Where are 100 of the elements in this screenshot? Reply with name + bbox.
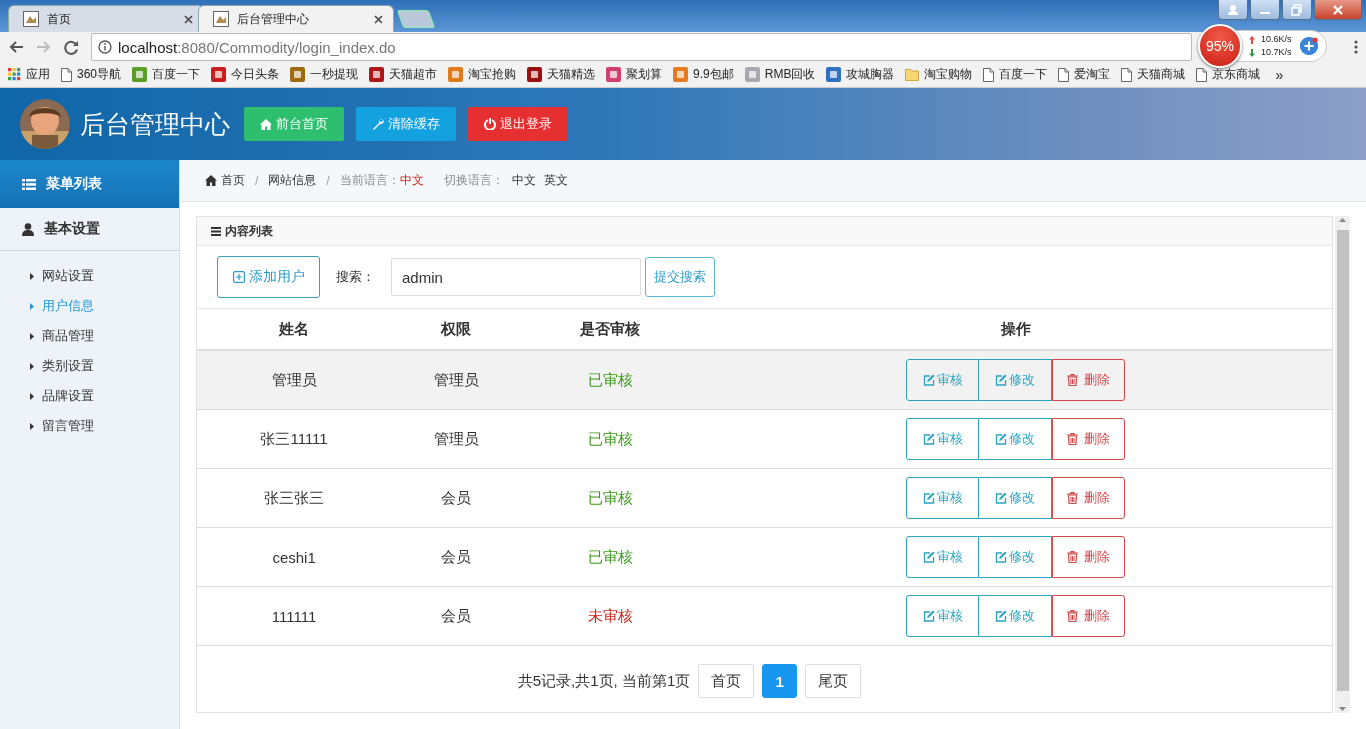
home-icon bbox=[260, 118, 272, 130]
more-icon[interactable] bbox=[1354, 40, 1358, 54]
site-icon bbox=[744, 67, 760, 82]
sidebar-item[interactable]: 留言管理 bbox=[0, 411, 179, 441]
edit-icon bbox=[995, 492, 1008, 504]
bookmark[interactable]: 天猫精选 bbox=[527, 66, 596, 83]
close-icon[interactable] bbox=[374, 14, 383, 24]
last-page-button[interactable]: 尾页 bbox=[805, 664, 862, 698]
home-icon bbox=[205, 175, 217, 186]
search-label: 搜索： bbox=[336, 268, 375, 286]
list-icon bbox=[22, 178, 36, 190]
caret-icon bbox=[30, 272, 34, 280]
edit-icon bbox=[995, 433, 1008, 445]
language-link[interactable]: 中文 bbox=[511, 172, 536, 189]
site-icon bbox=[448, 67, 464, 82]
first-page-button[interactable]: 首页 bbox=[698, 664, 755, 698]
breadcrumb-link[interactable]: 网站信息 bbox=[268, 172, 317, 189]
sidebar-item[interactable]: 品牌设置 bbox=[0, 381, 179, 411]
reload-icon[interactable] bbox=[64, 39, 79, 55]
caret-icon bbox=[30, 362, 34, 370]
bookmark[interactable]: 爱淘宝 bbox=[1058, 66, 1111, 83]
download-arrow-icon bbox=[1249, 48, 1255, 57]
edit-icon bbox=[995, 551, 1008, 563]
address-bar[interactable]: localhost:8080/Commodity/login_index.do bbox=[91, 33, 1192, 61]
edit-icon bbox=[995, 374, 1008, 386]
page-icon bbox=[1121, 67, 1133, 82]
table-cell: 张三张三 bbox=[197, 468, 392, 528]
header-button[interactable]: 退出登录 bbox=[468, 107, 568, 141]
menu-icon bbox=[211, 226, 221, 236]
site-icon bbox=[606, 67, 622, 82]
language-link[interactable]: 英文 bbox=[543, 172, 568, 189]
site-icon bbox=[132, 67, 148, 82]
scrollbar[interactable] bbox=[1335, 216, 1350, 713]
caret-icon bbox=[30, 302, 34, 310]
sidebar-item[interactable]: 网站设置 bbox=[0, 261, 179, 291]
sidebar-item[interactable]: 类别设置 bbox=[0, 351, 179, 381]
trash-icon bbox=[1067, 551, 1079, 563]
restore-icon[interactable] bbox=[1291, 3, 1303, 16]
scroll-up-icon[interactable] bbox=[1339, 218, 1346, 222]
bookmark[interactable]: 9.9包邮 bbox=[673, 66, 734, 83]
table-row[interactable]: ceshi1 会员 已审核 审核 修改 删除 bbox=[197, 527, 1332, 587]
bookmark[interactable]: 京东商城 bbox=[1196, 66, 1261, 83]
delete-button[interactable]: 删除 bbox=[1052, 477, 1126, 519]
bookmark[interactable]: 360导航 bbox=[61, 66, 122, 83]
back-icon[interactable] bbox=[8, 40, 24, 54]
info-icon bbox=[98, 40, 112, 54]
bookmark[interactable]: 天猫超市 bbox=[369, 66, 438, 83]
page-icon bbox=[1058, 67, 1070, 82]
edit-icon bbox=[922, 433, 935, 445]
trash-icon bbox=[1067, 374, 1079, 386]
breadcrumb-separator: / bbox=[255, 173, 259, 188]
switch-language-label: 切换语言： bbox=[443, 172, 504, 189]
download-speed: 10.7K/s bbox=[1261, 46, 1292, 59]
delete-button[interactable]: 删除 bbox=[1052, 359, 1126, 401]
forward-icon[interactable] bbox=[36, 40, 52, 54]
page-icon bbox=[983, 67, 995, 82]
table-row[interactable]: 张三11111 管理员 已审核 审核 修改 删除 bbox=[197, 409, 1332, 469]
current-language-label: 当前语言：中文 bbox=[339, 172, 424, 189]
table-row[interactable]: 111111 会员 未审核 审核 修改 删除 bbox=[197, 586, 1332, 646]
bookmark[interactable]: 百度一下 bbox=[983, 66, 1048, 83]
table-row[interactable]: 管理员 管理员 已审核 审核 修改 删除 bbox=[197, 350, 1332, 410]
breadcrumb-link[interactable]: 首页 bbox=[205, 172, 245, 189]
scroll-down-icon[interactable] bbox=[1339, 707, 1346, 711]
table-cell: 管理员 bbox=[391, 350, 521, 410]
status-cell: 未审核 bbox=[521, 586, 700, 646]
bookmark[interactable]: 聚划算 bbox=[606, 66, 663, 83]
overflow-chevron[interactable]: » bbox=[1275, 66, 1284, 83]
bookmark[interactable]: 攻城胸器 bbox=[826, 66, 895, 83]
search-field[interactable]: admin bbox=[391, 258, 641, 296]
bookmark[interactable]: 一秒提现 bbox=[290, 66, 359, 83]
browser-tab[interactable]: 后台管理中心 bbox=[198, 5, 394, 32]
delete-button[interactable]: 删除 bbox=[1052, 595, 1126, 637]
status-cell: 已审核 bbox=[521, 527, 700, 587]
bookmark[interactable]: 淘宝购物 bbox=[905, 66, 973, 83]
upload-speed: 10.6K/s bbox=[1261, 33, 1292, 46]
favicon-icon bbox=[23, 11, 39, 27]
table-row[interactable]: 张三张三 会员 已审核 审核 修改 删除 bbox=[197, 468, 1332, 528]
new-tab-button[interactable] bbox=[396, 10, 436, 28]
bookmark[interactable]: 天猫商城 bbox=[1121, 66, 1186, 83]
table-cell: 会员 bbox=[391, 586, 521, 646]
plus-icon[interactable] bbox=[1299, 37, 1318, 55]
caret-icon bbox=[30, 422, 34, 430]
bookmark[interactable]: 应用 bbox=[8, 66, 50, 83]
favicon-icon bbox=[213, 11, 229, 27]
menu-section[interactable]: 基本设置 bbox=[0, 208, 179, 251]
delete-button[interactable]: 删除 bbox=[1052, 536, 1126, 578]
bookmark[interactable]: 今日头条 bbox=[211, 66, 280, 83]
wrench-icon bbox=[372, 118, 384, 130]
table-cell: 会员 bbox=[391, 468, 521, 528]
status-cell: 已审核 bbox=[521, 409, 700, 469]
bookmark[interactable]: 百度一下 bbox=[132, 66, 201, 83]
site-icon bbox=[369, 67, 385, 82]
user-icon[interactable] bbox=[1227, 3, 1239, 16]
bookmark[interactable]: RMB回收 bbox=[744, 66, 816, 83]
close-icon[interactable] bbox=[184, 14, 193, 24]
sidebar-item[interactable]: 商品管理 bbox=[0, 321, 179, 351]
trash-icon bbox=[1067, 610, 1079, 622]
bookmark[interactable]: 淘宝抢购 bbox=[448, 66, 517, 83]
delete-button[interactable]: 删除 bbox=[1052, 418, 1126, 460]
folder-icon bbox=[905, 68, 920, 81]
